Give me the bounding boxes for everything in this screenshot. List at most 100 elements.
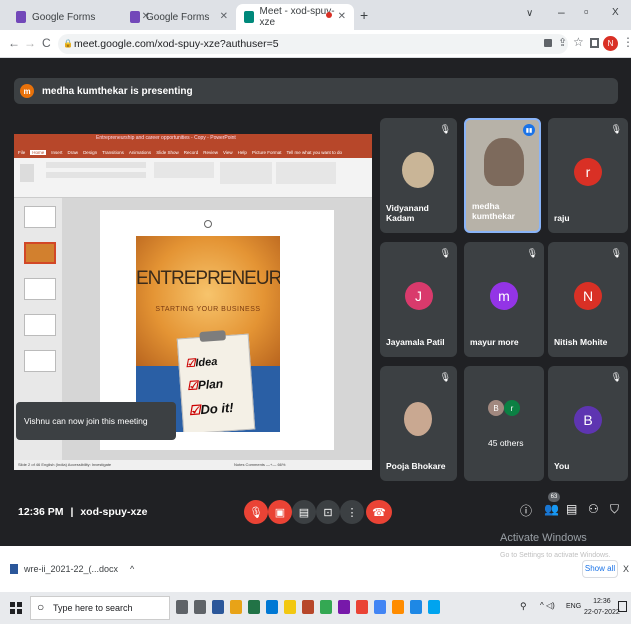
camera-in-use-icon[interactable] [544, 39, 552, 47]
ppt-title: Entrepreneurship and career opportunitie… [96, 135, 236, 141]
download-options-chevron[interactable]: ^ [130, 564, 134, 574]
mic-taskbar-icon[interactable] [176, 600, 188, 614]
forward-icon[interactable]: → [24, 36, 36, 50]
tab-meet[interactable]: Meet - xod-spuy-xze ✕ [236, 4, 354, 30]
ribbon-tab[interactable]: Draw [68, 150, 79, 155]
share-icon[interactable]: ⇪ [558, 36, 567, 49]
taskbar-app-icon[interactable] [284, 600, 296, 614]
ribbon-tab[interactable]: File [18, 150, 25, 155]
clock[interactable]: 12:36 22-07-2022 [584, 596, 620, 618]
start-windows-icon[interactable] [10, 602, 22, 614]
taskbar-app-icon[interactable] [302, 600, 314, 614]
ribbon-tab[interactable]: Help [238, 150, 247, 155]
present-button[interactable]: ⊡ [316, 500, 340, 524]
slide-thumbnail-active[interactable] [24, 242, 56, 264]
font-box[interactable] [46, 162, 146, 168]
download-filename[interactable]: wre-ii_2021-22_(...docx [24, 564, 118, 574]
ribbon-tab[interactable]: Slide Show [156, 150, 179, 155]
ribbon-tab[interactable]: Insert [51, 150, 62, 155]
slide-thumbnail[interactable] [24, 278, 56, 300]
tab-google-forms-2[interactable]: Google Forms ✕ [122, 4, 236, 30]
taskbar-app-icon[interactable] [212, 600, 224, 614]
participant-tile-nitish[interactable]: 🎙 N Nitish Mohite [548, 242, 628, 357]
mic-toggle-button[interactable]: 🎙 [244, 500, 268, 524]
close-tab-icon[interactable]: ✕ [220, 11, 228, 22]
participant-tile-mayur[interactable]: 🎙 m mayur more [464, 242, 544, 357]
bookmark-star-icon[interactable]: ☆ [573, 35, 584, 49]
taskbar-app-icon[interactable] [338, 600, 350, 614]
participant-tile-you[interactable]: 🎙 B You [548, 366, 628, 481]
participant-tile-vidyanand[interactable]: 🎙 Vidyanand Kadam [380, 118, 457, 233]
new-tab-button[interactable]: + [360, 7, 368, 23]
participant-tile-raju[interactable]: 🎙 r raju [548, 118, 628, 233]
menu-kebab-icon[interactable]: ⋮ [622, 35, 631, 49]
shape-styles[interactable] [276, 162, 336, 184]
host-controls-icon[interactable]: ⛉ [610, 502, 619, 517]
system-tray-icons[interactable]: ^ ◁) [540, 601, 555, 610]
people-icon[interactable]: 👥 [544, 502, 559, 516]
tab-label: Meet - xod-spuy-xze [259, 6, 335, 28]
close-download-bar-button[interactable]: X [623, 564, 629, 574]
taskbar-app-icon[interactable] [410, 600, 422, 614]
slide-thumbnail[interactable] [24, 350, 56, 372]
taskbar-app-icon[interactable] [320, 600, 332, 614]
chat-icon[interactable]: ▤ [566, 502, 577, 516]
participant-tile-others[interactable]: B r 45 others [464, 366, 544, 481]
minimize-button[interactable]: – [558, 5, 565, 19]
taskbar-app-icon[interactable] [230, 600, 242, 614]
side-panel-icon[interactable] [590, 38, 599, 48]
participant-name: Jayamala Patil [386, 337, 445, 347]
participant-tile-jayamala[interactable]: 🎙 J Jayamala Patil [380, 242, 457, 357]
taskbar-app-icon[interactable] [428, 600, 440, 614]
ribbon-tab[interactable]: Design [83, 150, 97, 155]
show-all-button[interactable]: Show all [582, 560, 618, 578]
paragraph-group[interactable] [154, 162, 214, 178]
paste-icon[interactable] [20, 164, 34, 182]
ribbon-tab[interactable]: View [223, 150, 233, 155]
ribbon-tab[interactable]: Transitions [102, 150, 124, 155]
restore-button[interactable]: ▫ [584, 4, 589, 19]
url-field[interactable]: 🔒 meet.google.com/xod-spuy-xze?authuser=… [58, 34, 568, 54]
more-options-button[interactable]: ⋮ [340, 500, 364, 524]
participant-name: You [554, 461, 570, 471]
tab-search-button[interactable]: ∨ [526, 8, 533, 19]
camera-toggle-button[interactable]: ▣ [268, 500, 292, 524]
task-view-icon[interactable] [194, 600, 206, 614]
ribbon-tab[interactable]: Record [184, 150, 199, 155]
taskbar-app-icon[interactable] [266, 600, 278, 614]
close-window-button[interactable]: X [612, 7, 619, 18]
check-idea: ☑Idea [185, 355, 218, 370]
notifications-icon[interactable] [618, 601, 627, 612]
font-format-row[interactable] [46, 172, 146, 178]
reload-icon[interactable]: C [42, 36, 51, 50]
taskbar-app-icon[interactable] [392, 600, 404, 614]
download-bar: Go to Settings to activate Windows. wre-… [0, 546, 631, 592]
slide-thumbnail[interactable] [24, 314, 56, 336]
rotate-handle-icon[interactable] [204, 220, 212, 228]
leave-call-button[interactable]: ☎ [366, 500, 392, 524]
tell-me-box[interactable]: Tell me what you want to do [286, 150, 342, 155]
participant-tile-pooja[interactable]: 🎙 Pooja Bhokare [380, 366, 457, 481]
meeting-details-icon[interactable]: ⓘ [520, 502, 532, 519]
taskbar-app-icon[interactable] [356, 600, 368, 614]
participant-avatar: N [574, 281, 602, 310]
taskbar-app-icon[interactable] [248, 600, 260, 614]
captions-button[interactable]: ▤ [292, 500, 316, 524]
language-indicator[interactable]: ENG [566, 603, 581, 610]
profile-avatar[interactable]: N [603, 36, 618, 51]
back-icon[interactable]: ← [8, 36, 20, 50]
mic-off-icon: 🎙 [439, 124, 451, 134]
ribbon-tab[interactable]: Animations [129, 150, 151, 155]
people-taskbar-icon[interactable]: ⚲ [520, 601, 527, 612]
close-tab-icon[interactable]: ✕ [338, 11, 346, 22]
taskbar-search-field[interactable]: ○ Type here to search [30, 596, 170, 620]
ribbon-tab[interactable]: Home [30, 149, 47, 155]
ribbon-tab[interactable]: Review [203, 150, 218, 155]
drawing-shapes[interactable] [220, 162, 272, 184]
slide-thumbnail[interactable] [24, 206, 56, 228]
taskbar-app-icon[interactable] [374, 600, 386, 614]
participant-tile-medha[interactable]: ▮▮ medha kumthekar [464, 118, 541, 233]
check-label: Do it! [199, 399, 235, 418]
ribbon-tab[interactable]: Picture Format [252, 150, 282, 155]
activities-icon[interactable]: ⚇ [588, 502, 599, 516]
